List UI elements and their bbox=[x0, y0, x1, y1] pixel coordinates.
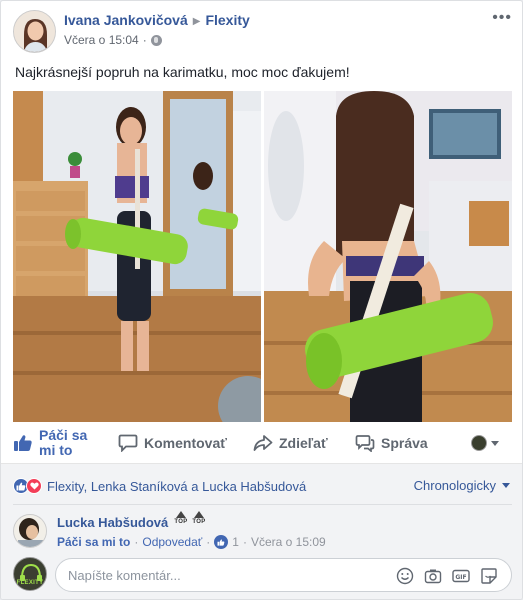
message-button[interactable]: Správa bbox=[355, 422, 428, 464]
gif-icon[interactable]: GIF bbox=[452, 567, 470, 585]
share-icon bbox=[253, 435, 273, 451]
comment-reply-link[interactable]: Odpovedať bbox=[142, 535, 202, 549]
like-icon bbox=[214, 535, 229, 549]
top-fan-badge[interactable]: TOP bbox=[191, 511, 207, 525]
arrow-right-icon: ▶ bbox=[192, 16, 201, 27]
dot-separator: · bbox=[134, 535, 139, 549]
photo-right[interactable] bbox=[264, 91, 512, 422]
flexity-logo-text: FLEXITY bbox=[16, 580, 44, 586]
post-text: Najkrásnejší popruh na karimatku, moc mo… bbox=[15, 64, 350, 80]
comment-meta: Páči sa mi to · Odpovedať · 1 · Včera o … bbox=[57, 535, 326, 549]
like-button[interactable]: Páči sa mi to bbox=[13, 422, 94, 464]
chevron-down-icon bbox=[491, 440, 499, 446]
comment-label: Komentovať bbox=[144, 435, 227, 451]
svg-text:GIF: GIF bbox=[455, 574, 466, 581]
comment-like-count[interactable]: 1 bbox=[232, 535, 239, 549]
viewer-selector[interactable] bbox=[471, 435, 503, 451]
action-bar: Páči sa mi to Komentovať Zdieľať Správa bbox=[1, 422, 522, 464]
dot-separator: · bbox=[242, 535, 247, 549]
globe-icon[interactable] bbox=[150, 34, 162, 46]
more-options-button[interactable]: ••• bbox=[492, 9, 512, 27]
sort-dropdown[interactable]: Chronologicky bbox=[414, 478, 510, 493]
comment-like-link[interactable]: Páči sa mi to bbox=[57, 535, 130, 549]
comment-input[interactable] bbox=[68, 567, 388, 583]
comment-timestamp[interactable]: Včera o 15:09 bbox=[251, 535, 326, 549]
my-avatar[interactable]: FLEXITY bbox=[13, 557, 47, 591]
arrow-up-icon bbox=[176, 511, 186, 518]
sort-label: Chronologicky bbox=[413, 478, 496, 493]
badge-label: TOP bbox=[174, 519, 188, 525]
share-button[interactable]: Zdieľať bbox=[253, 422, 328, 464]
post-timestamp[interactable]: Včera o 15:04 bbox=[64, 33, 139, 47]
comment-icon bbox=[118, 434, 138, 452]
divider bbox=[13, 504, 512, 505]
author-avatar[interactable] bbox=[13, 10, 56, 53]
chevron-down-icon bbox=[502, 483, 510, 488]
love-icon bbox=[26, 478, 42, 494]
page-name[interactable]: Flexity bbox=[205, 12, 249, 28]
top-fan-badge[interactable]: TOP bbox=[173, 511, 189, 525]
badge-label: TOP bbox=[192, 519, 206, 525]
photo-left[interactable] bbox=[13, 91, 261, 422]
camera-icon[interactable] bbox=[424, 567, 442, 585]
post-header: Ivana Jankovičová ▶ Flexity Včera o 15:04 … bbox=[1, 1, 522, 59]
message-label: Správa bbox=[381, 435, 428, 451]
photo-grid bbox=[13, 91, 512, 422]
comment-button[interactable]: Komentovať bbox=[118, 422, 227, 464]
dot-separator: · bbox=[206, 535, 211, 549]
dot-separator: · bbox=[142, 33, 147, 47]
emoji-icon[interactable] bbox=[396, 567, 414, 585]
arrow-up-icon bbox=[194, 511, 204, 518]
post-meta: Včera o 15:04 · bbox=[64, 33, 162, 47]
sticker-icon[interactable] bbox=[480, 567, 498, 585]
author-name[interactable]: Ivana Jankovičová bbox=[64, 12, 188, 28]
commenter-avatar[interactable] bbox=[13, 514, 47, 548]
reaction-names: Flexity, Lenka Staníková a Lucka Habšudo… bbox=[47, 478, 307, 494]
author-line: Ivana Jankovičová ▶ Flexity bbox=[64, 12, 250, 28]
messenger-icon bbox=[355, 435, 375, 452]
commenter-name[interactable]: Lucka Habšudová bbox=[57, 515, 168, 530]
share-label: Zdieľať bbox=[279, 435, 328, 451]
post-card: Ivana Jankovičová ▶ Flexity Včera o 15:04 … bbox=[0, 0, 523, 600]
page-avatar-mini bbox=[471, 435, 487, 451]
thumbs-up-icon bbox=[14, 435, 32, 451]
like-label: Páči sa mi to bbox=[39, 427, 88, 458]
comment-composer[interactable]: GIF bbox=[55, 558, 512, 592]
